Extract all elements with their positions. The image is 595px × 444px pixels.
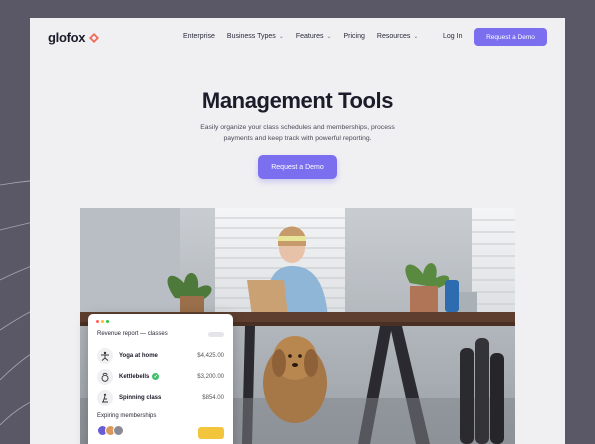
nav-enterprise[interactable]: Enterprise bbox=[183, 33, 215, 40]
nav-features[interactable]: Features ⌄ bbox=[296, 33, 332, 40]
nav-enterprise-label: Enterprise bbox=[183, 33, 215, 40]
report-filter-pill[interactable] bbox=[208, 332, 224, 337]
window-dot-yellow bbox=[101, 320, 104, 323]
cycling-icon bbox=[97, 389, 113, 406]
nav-resources-label: Resources bbox=[376, 33, 411, 40]
class-name: Yoga at home bbox=[119, 352, 158, 359]
window-dot-red bbox=[96, 320, 99, 323]
list-item[interactable]: Yoga at home $4,425.00 bbox=[97, 345, 224, 366]
nav-business-types[interactable]: Business Types ⌄ bbox=[227, 33, 284, 40]
yoga-icon bbox=[97, 347, 113, 364]
avatar[interactable] bbox=[113, 425, 124, 436]
logo-text: glofox bbox=[48, 30, 86, 45]
list-item[interactable]: Kettlebells ✓ $3,200.00 bbox=[97, 366, 224, 387]
window-controls bbox=[96, 320, 109, 323]
chevron-down-icon: ⌄ bbox=[326, 34, 332, 40]
report-title: Revenue report — classes bbox=[97, 331, 168, 337]
nav-request-demo-button[interactable]: Request a Demo bbox=[474, 28, 547, 46]
chevron-down-icon: ⌄ bbox=[413, 34, 419, 40]
class-revenue: $4,425.00 bbox=[197, 352, 224, 359]
class-name: Spinning class bbox=[119, 394, 162, 401]
website-page: glofox Enterprise Business Types ⌄ Featur… bbox=[30, 18, 565, 444]
diamond-logo-icon bbox=[89, 32, 100, 43]
class-revenue: $3,200.00 bbox=[197, 373, 224, 380]
revenue-report-card: Revenue report — classes Yoga at home $4… bbox=[88, 314, 233, 444]
class-revenue: $854.00 bbox=[202, 394, 224, 401]
login-link[interactable]: Log In bbox=[443, 33, 462, 40]
nav-features-label: Features bbox=[295, 33, 324, 40]
hero-subtitle: Easily organize your class schedules and… bbox=[200, 124, 395, 142]
class-name: Kettlebells bbox=[119, 373, 150, 380]
window-dot-green bbox=[106, 320, 109, 323]
top-navigation: glofox Enterprise Business Types ⌄ Featur… bbox=[30, 18, 565, 58]
member-avatars bbox=[97, 425, 124, 436]
expiring-action-button[interactable] bbox=[198, 427, 224, 439]
check-icon: ✓ bbox=[152, 373, 160, 380]
page-title: Management Tools bbox=[201, 88, 394, 113]
nav-pricing[interactable]: Pricing bbox=[344, 33, 365, 40]
nav-business-types-label: Business Types bbox=[226, 33, 276, 40]
expiring-memberships-label: Expiring memberships bbox=[97, 413, 157, 419]
kettlebell-icon bbox=[97, 368, 113, 385]
nav-resources[interactable]: Resources ⌄ bbox=[377, 33, 419, 40]
revenue-list: Yoga at home $4,425.00 Kettlebells ✓ $3,2… bbox=[97, 345, 224, 408]
glofox-logo[interactable]: glofox bbox=[48, 30, 100, 45]
chevron-down-icon: ⌄ bbox=[278, 34, 284, 40]
nav-pricing-label: Pricing bbox=[343, 33, 365, 40]
hero-request-demo-button[interactable]: Request a Demo bbox=[258, 155, 337, 179]
list-item[interactable]: Spinning class $854.00 bbox=[97, 387, 224, 408]
nav-links: Enterprise Business Types ⌄ Features ⌄ Pri… bbox=[183, 33, 418, 40]
